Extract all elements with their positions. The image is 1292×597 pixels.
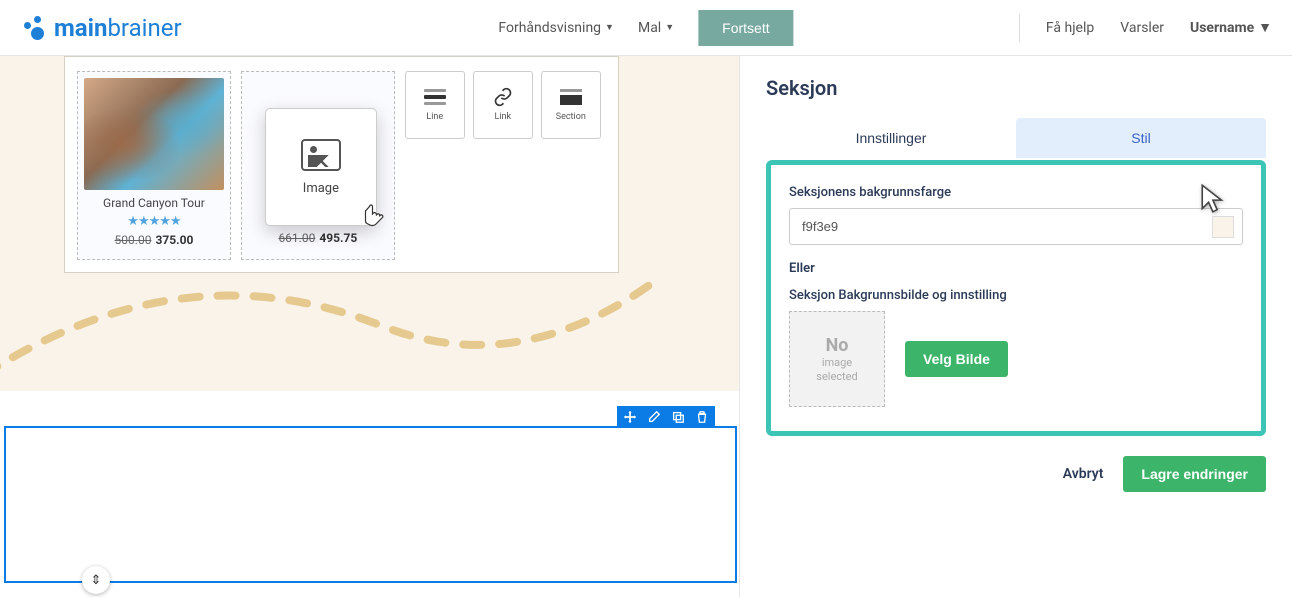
palette-section-label: Section <box>556 112 586 122</box>
caret-down-icon: ▼ <box>605 22 614 33</box>
no-image-no: No <box>826 335 849 356</box>
product-price: 500.00375.00 <box>84 233 224 247</box>
sort-icon: ⇕ <box>91 573 102 588</box>
palette-image-label: Image <box>303 181 339 196</box>
nav-alerts[interactable]: Varsler <box>1120 20 1164 36</box>
save-button[interactable]: Lagre endringer <box>1123 456 1266 492</box>
price-old: 661.00 <box>278 231 315 245</box>
product-image <box>84 78 224 190</box>
price-new: 375.00 <box>155 233 193 247</box>
canvas-area: Grand Canyon Tour ★★★★★ 500.00375.00 Ima… <box>0 56 740 597</box>
bg-image-label: Seksjon Bakgrunnsbilde og innstilling <box>789 288 1243 303</box>
product-card-2[interactable]: Image ★★★★★ 661.00495.75 <box>241 71 395 260</box>
palette-link[interactable]: Link <box>473 71 533 139</box>
bg-image-row: No image selected Velg Bilde <box>789 311 1243 407</box>
move-icon[interactable] <box>623 410 637 424</box>
price-old: 500.00 <box>115 233 152 247</box>
continue-button[interactable]: Fortsett <box>698 10 793 46</box>
panel-tabs: Innstillinger Stil <box>766 118 1266 158</box>
nav-preview[interactable]: Forhåndsvisning ▼ <box>498 20 614 36</box>
main-area: Grand Canyon Tour ★★★★★ 500.00375.00 Ima… <box>0 56 1292 597</box>
cursor-pointer-icon <box>1198 181 1232 219</box>
nav-template-label: Mal <box>638 20 661 36</box>
style-highlight-box: Seksjonens bakgrunnsfarge Eller Seksjon … <box>766 160 1266 436</box>
divider <box>1019 14 1020 42</box>
image-icon <box>301 139 341 171</box>
nav-username[interactable]: Username▼ <box>1190 19 1272 36</box>
nav-template[interactable]: Mal ▼ <box>638 20 674 36</box>
palette-section[interactable]: Section <box>541 71 601 139</box>
mini-palette: Line Link Section <box>405 71 606 260</box>
product-title: Grand Canyon Tour <box>84 196 224 210</box>
palette-image-tile[interactable]: Image <box>265 108 377 226</box>
nav-help[interactable]: Få hjelp <box>1046 20 1094 36</box>
properties-panel: Seksjon Innstillinger Stil Seksjonens ba… <box>740 56 1292 597</box>
app-header: mainbrainer Forhåndsvisning ▼ Mal ▼ Fortse… <box>0 0 1292 56</box>
panel-title: Seksjon <box>766 76 1266 100</box>
or-label: Eller <box>789 261 1243 276</box>
product-card-1[interactable]: Grand Canyon Tour ★★★★★ 500.00375.00 <box>77 71 231 260</box>
logo-dots-icon <box>20 14 48 42</box>
caret-down-icon: ▼ <box>665 22 674 33</box>
no-image-line2: selected <box>816 370 857 383</box>
link-icon <box>492 88 514 106</box>
palette-line-label: Line <box>426 112 443 122</box>
panel-footer: Avbryt Lagre endringer <box>766 456 1266 492</box>
price-new: 495.75 <box>319 231 357 245</box>
edit-icon[interactable] <box>647 410 661 424</box>
bg-color-input[interactable] <box>798 215 1212 238</box>
resize-handle[interactable]: ⇕ <box>82 566 110 594</box>
choose-image-button[interactable]: Velg Bilde <box>905 341 1008 377</box>
no-image-line1: image <box>822 356 852 369</box>
star-rating-icon: ★★★★★ <box>84 214 224 229</box>
editor-row: Grand Canyon Tour ★★★★★ 500.00375.00 Ima… <box>64 56 619 273</box>
header-right: Få hjelp Varsler Username▼ <box>1019 14 1272 42</box>
palette-line[interactable]: Line <box>405 71 465 139</box>
tab-settings[interactable]: Innstillinger <box>766 118 1016 158</box>
bg-color-field[interactable] <box>789 208 1243 245</box>
logo[interactable]: mainbrainer <box>20 14 182 42</box>
caret-down-icon: ▼ <box>1258 19 1272 36</box>
selection-toolbar <box>617 406 715 428</box>
cancel-button[interactable]: Avbryt <box>1063 466 1104 482</box>
delete-icon[interactable] <box>695 410 709 424</box>
copy-icon[interactable] <box>671 410 685 424</box>
selected-section[interactable]: ⇕ <box>4 426 737 583</box>
username-label: Username <box>1190 20 1254 36</box>
logo-text-main: main <box>54 14 107 42</box>
bg-color-label: Seksjonens bakgrunnsfarge <box>789 185 1243 200</box>
header-nav: Forhåndsvisning ▼ Mal ▼ Fortsett <box>498 10 793 46</box>
image-placeholder[interactable]: No image selected <box>789 311 885 407</box>
section-icon <box>560 89 582 105</box>
palette-link-label: Link <box>494 112 511 122</box>
logo-text-brainer: brainer <box>107 14 181 42</box>
nav-preview-label: Forhåndsvisning <box>498 20 601 36</box>
line-icon <box>424 89 446 105</box>
cursor-hand-icon <box>362 203 386 235</box>
tab-style[interactable]: Stil <box>1016 118 1266 158</box>
